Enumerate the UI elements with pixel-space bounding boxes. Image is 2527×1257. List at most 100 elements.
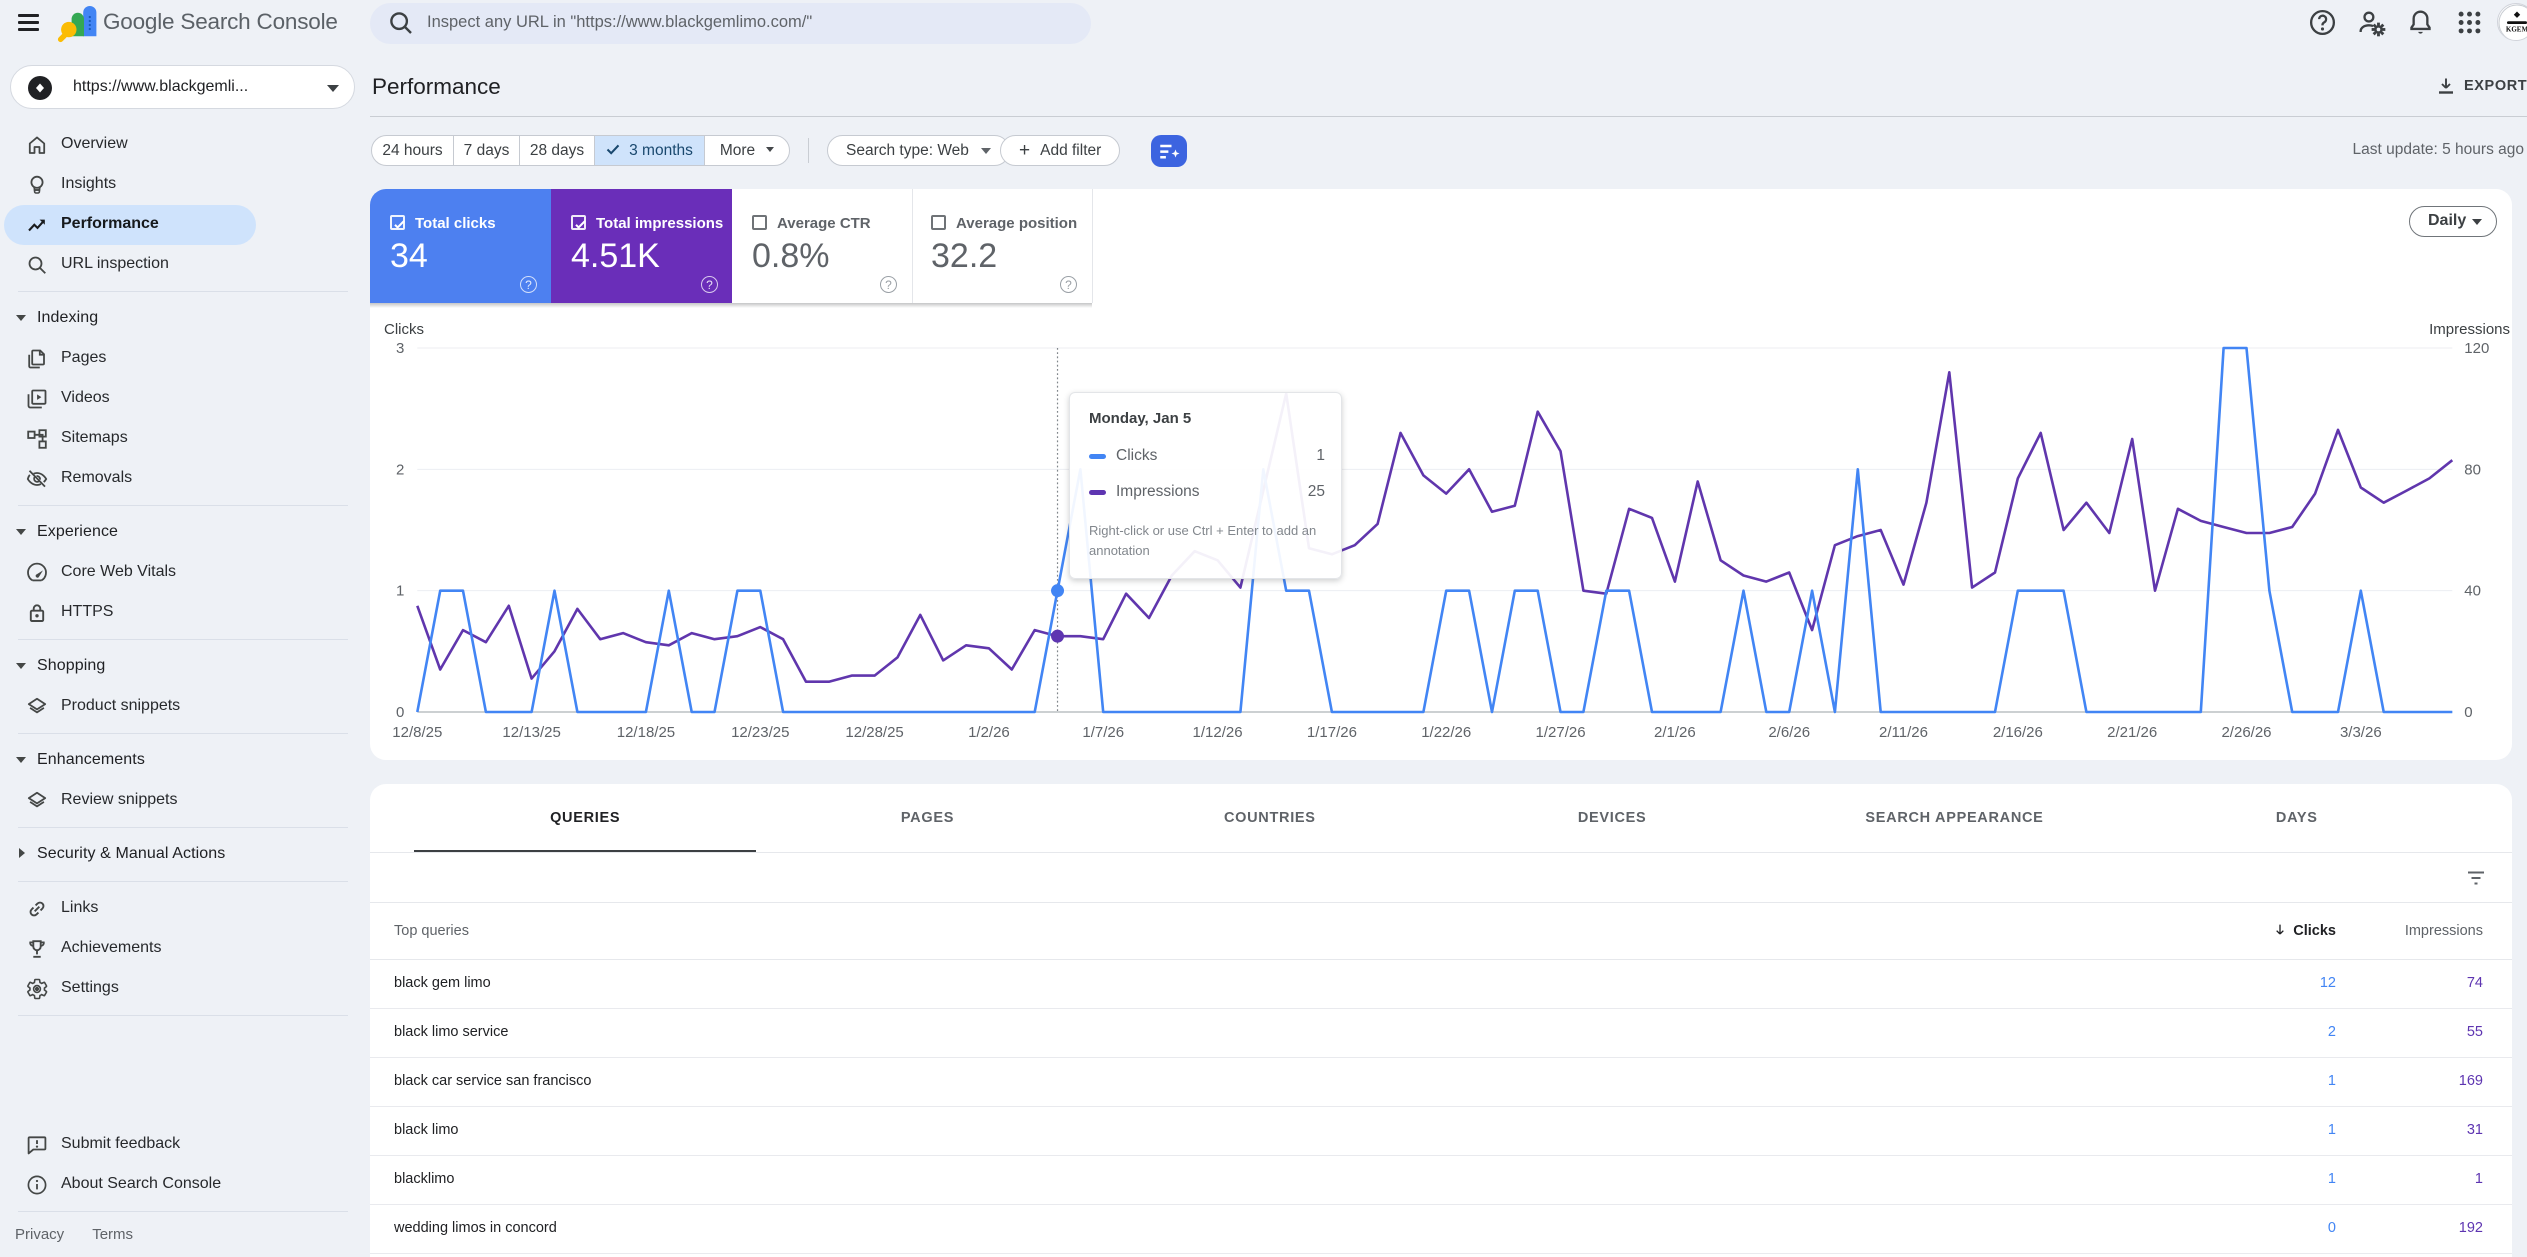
table-row[interactable]: black limo service 2 55 [370, 1009, 2512, 1058]
sidebar-item-sitemaps[interactable]: Sitemaps [4, 419, 256, 459]
url-inspect-searchbar[interactable]: Inspect any URL in "https://www.blackgem… [370, 3, 1091, 44]
sidebar-item-label: URL inspection [61, 255, 169, 272]
sidebar-divider [18, 1015, 348, 1016]
property-selector[interactable]: https://www.blackgemli... [10, 65, 355, 109]
date-range-more[interactable]: More [705, 136, 789, 165]
x-tick-label: 1/22/26 [1421, 724, 1471, 741]
sidebar-item-performance[interactable]: Performance [4, 205, 256, 245]
sidebar-divider [18, 505, 348, 506]
sidebar-item-label: Submit feedback [61, 1135, 181, 1152]
sidebar-section-indexing[interactable]: Indexing [0, 299, 356, 339]
hamburger-menu-icon[interactable] [12, 5, 60, 39]
notifications-bell-icon[interactable] [2405, 7, 2441, 43]
help-icon[interactable] [2307, 7, 2343, 43]
add-filter-chip[interactable]: + Add filter [1000, 135, 1121, 166]
checkbox-checked[interactable] [390, 215, 405, 230]
info-icon [25, 1173, 49, 1197]
query-cell: wedding limos in concord [394, 1220, 557, 1236]
sidebar-item-about-search-console[interactable]: About Search Console [4, 1165, 256, 1205]
sidebar-divider [18, 827, 348, 828]
table-row[interactable]: wedding limos in concord 0 192 [370, 1205, 2512, 1254]
performance-chart[interactable]: 0 1 2 3 0 40 80 120 12/8/25 12/13/25 12/18/25 12/23… [370, 303, 2512, 760]
sidebar-item-insights[interactable]: Insights [4, 165, 256, 205]
metric-card-average-ctr[interactable]: Average CTR 0.8%? [732, 189, 911, 303]
clicks-cell: 12 [2319, 975, 2336, 991]
apps-grid-icon[interactable] [2454, 7, 2490, 43]
sidebar-item-label: Videos [61, 389, 110, 406]
sidebar-section-enhancements[interactable]: Enhancements [0, 741, 356, 781]
sidebar-item-overview[interactable]: Overview [4, 125, 256, 165]
export-button[interactable]: EXPORT [2434, 73, 2527, 103]
sidebar-item-achievements[interactable]: Achievements [4, 929, 256, 969]
impressions-highlight-dot [1051, 629, 1065, 643]
checkbox-checked[interactable] [571, 215, 586, 230]
date-range-7-days[interactable]: 7 days [454, 136, 520, 165]
sidebar-section-experience[interactable]: Experience [0, 513, 356, 553]
sidebar-item-removals[interactable]: Removals [4, 459, 256, 499]
svg-text:120: 120 [2464, 340, 2489, 357]
metric-card-average-position[interactable]: Average position 32.2? [911, 189, 1091, 303]
sidebar-section-security-manual-actions[interactable]: Security & Manual Actions [0, 835, 356, 875]
sidebar-item-label: Review snippets [61, 791, 178, 808]
table-row[interactable]: black car service san francisco 1 169 [370, 1058, 2512, 1107]
table-row[interactable]: blacklimo 1 1 [370, 1156, 2512, 1205]
sidebar-item-url-inspection[interactable]: URL inspection [4, 245, 256, 285]
sidebar-item-submit-feedback[interactable]: Submit feedback [4, 1125, 256, 1165]
app-title: Google Search Console [103, 9, 338, 34]
date-range-28-days[interactable]: 28 days [520, 136, 595, 165]
svg-text:80: 80 [2464, 461, 2481, 478]
metric-card-label: Total clicks [415, 215, 496, 232]
main: Performance EXPORT 24 hours 7 days 28 days… [370, 64, 2527, 1257]
column-clicks[interactable]: Clicks [2293, 923, 2336, 939]
chevron-down-icon [980, 147, 991, 154]
avatar[interactable]: KGEM [2497, 3, 2527, 41]
export-label: EXPORT [2464, 78, 2527, 94]
sidebar-item-https[interactable]: HTTPS [4, 593, 256, 633]
column-impressions[interactable]: Impressions [2405, 923, 2483, 939]
search-type-label: Search type: Web [846, 142, 969, 159]
footer-link-privacy[interactable]: Privacy [15, 1226, 64, 1243]
x-tick-label: 2/11/26 [1879, 724, 1928, 741]
checkbox-unchecked[interactable] [931, 215, 946, 230]
filter-list-icon[interactable] [2464, 866, 2486, 888]
metric-card-total-impressions[interactable]: Total impressions 4.51K? [551, 189, 732, 303]
sidebar-item-core-web-vitals[interactable]: Core Web Vitals [4, 553, 256, 593]
sidebar-item-label: Product snippets [61, 697, 181, 714]
metric-card-value: 0.8% [752, 237, 830, 275]
sidebar-item-product-snippets[interactable]: Product snippets [4, 687, 256, 727]
svg-text:KGEM: KGEM [2506, 26, 2527, 34]
date-range-24-hours[interactable]: 24 hours [372, 136, 454, 165]
tab-days[interactable]: DAYS [2126, 784, 2468, 853]
clicks-cell: 1 [2327, 1122, 2336, 1138]
search-type-chip[interactable]: Search type: Web [827, 135, 1010, 166]
section-label: Shopping [37, 657, 106, 674]
metric-card-label: Average CTR [777, 215, 871, 232]
sidebar-item-links[interactable]: Links [4, 889, 256, 929]
table-card: QUERIES PAGES COUNTRIES DEVICES SEARCH APPEA… [370, 784, 2512, 1257]
tooltip-row-label: Impressions [1116, 483, 1200, 500]
date-range-3-months[interactable]: 3 months [595, 136, 705, 165]
sidebar-item-settings[interactable]: Settings [4, 969, 256, 1009]
sidebar-item-review-snippets[interactable]: Review snippets [4, 781, 256, 821]
granularity-button[interactable]: Daily [2409, 206, 2497, 237]
sidebar-item-pages[interactable]: Pages [4, 339, 256, 379]
sidebar-item-label: Links [61, 899, 99, 916]
table-row[interactable]: black gem limo 12 74 [370, 960, 2512, 1009]
footer-link-terms[interactable]: Terms [92, 1226, 133, 1243]
topbar: Google Search Console Inspect any URL in… [0, 0, 2527, 64]
sidebar-item-videos[interactable]: Videos [4, 379, 256, 419]
checkbox-unchecked[interactable] [752, 215, 767, 230]
filter-settings-button[interactable] [1151, 135, 1187, 167]
tab-search-appearance[interactable]: SEARCH APPEARANCE [1783, 784, 2125, 853]
tooltip-clicks-row: Clicks 1 [1089, 447, 1325, 467]
tab-queries[interactable]: QUERIES [414, 784, 757, 853]
tab-pages[interactable]: PAGES [756, 784, 1098, 853]
tab-devices[interactable]: DEVICES [1441, 784, 1783, 853]
x-tick-label: 2/6/26 [1768, 724, 1810, 741]
table-row[interactable]: black limo 1 31 [370, 1107, 2512, 1156]
metric-card-total-clicks[interactable]: Total clicks 34? [370, 189, 551, 303]
sidebar-section-shopping[interactable]: Shopping [0, 647, 356, 687]
user-settings-icon[interactable] [2356, 7, 2392, 43]
tab-countries[interactable]: COUNTRIES [1099, 784, 1441, 853]
search-console-logo-icon [57, 3, 101, 48]
